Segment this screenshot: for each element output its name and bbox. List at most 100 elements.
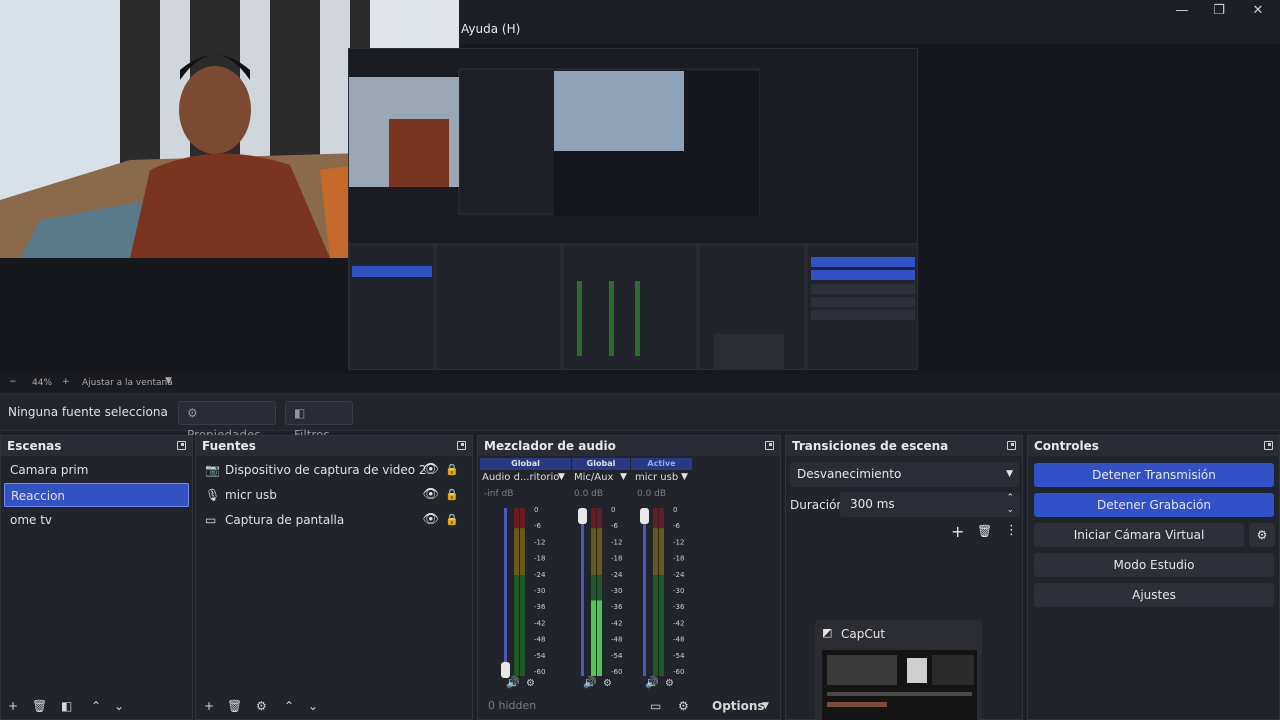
restore-button[interactable]: ❐ xyxy=(1204,2,1234,20)
scene-item[interactable]: ome tv xyxy=(4,508,189,532)
meter-scale-label: -12 xyxy=(673,538,684,546)
zoom-in-button[interactable]: + xyxy=(62,377,70,387)
lock-icon[interactable]: 🔒 xyxy=(445,483,459,507)
volume-meters[interactable]: 0-6-12-18-24-30-36-42-48-54-60🔊 ⚙0-6-12-1… xyxy=(478,502,780,692)
undock-icon[interactable] xyxy=(1007,441,1016,450)
stop-stream-button[interactable]: Detener Transmisión xyxy=(1034,463,1274,487)
fader-knob xyxy=(640,508,649,524)
source-item[interactable]: 📷 Dispositivo de captura de video 2 👁 🔒 xyxy=(199,458,469,482)
move-up-icon[interactable]: ⌃ xyxy=(284,699,294,713)
lock-icon[interactable]: 🔒 xyxy=(445,508,459,532)
duration-input[interactable]: 300 ms ⌃ ⌄ xyxy=(840,492,1020,517)
source-label: micr usb xyxy=(225,488,277,502)
filter-icon[interactable]: ◧ xyxy=(61,699,72,713)
channel-name[interactable]: Audio d...ritorio xyxy=(482,472,559,483)
meter-level xyxy=(591,600,596,676)
undock-icon[interactable] xyxy=(457,441,466,450)
add-icon[interactable]: + xyxy=(204,699,214,713)
undock-icon[interactable] xyxy=(765,441,774,450)
controls-title: Controles xyxy=(1028,436,1279,456)
chevron-down-icon[interactable]: ▼ xyxy=(165,376,172,386)
source-item[interactable]: ▭ Captura de pantalla 👁 🔒 xyxy=(199,508,469,532)
eye-icon[interactable]: 👁 xyxy=(422,458,439,482)
capcut-taskbar-preview[interactable]: ◩ CapCut xyxy=(815,620,982,720)
speaker-icon[interactable]: 🔊 xyxy=(645,675,659,689)
monitor-settings-icon[interactable]: ⚙ xyxy=(665,678,674,689)
close-button[interactable]: ✕ xyxy=(1243,2,1273,20)
gear-icon[interactable]: ⚙ xyxy=(1249,523,1275,547)
source-label: Dispositivo de captura de video 2 xyxy=(225,463,427,477)
meter-zone-yellow xyxy=(514,528,519,576)
studio-mode-button[interactable]: Modo Estudio xyxy=(1034,553,1274,577)
meter-zone-red xyxy=(659,508,664,529)
speaker-icon[interactable]: 🔊 xyxy=(506,675,520,689)
meter-scale-label: -24 xyxy=(673,571,685,579)
microphone-icon: 🎙 xyxy=(205,488,221,502)
fader-knob xyxy=(578,508,587,524)
fit-window-label[interactable]: Ajustar a la ventana xyxy=(82,378,173,388)
zoom-out-button[interactable]: − xyxy=(9,377,17,387)
meter-scale-label: -36 xyxy=(534,603,546,611)
trash-icon[interactable]: 🗑 xyxy=(227,699,242,713)
meter-zone-red xyxy=(597,508,602,529)
meter-scale-label: -42 xyxy=(611,619,622,627)
stop-record-button[interactable]: Detener Grabación xyxy=(1034,493,1274,517)
add-icon[interactable]: + xyxy=(951,522,964,541)
scene-item-selected[interactable]: Reaccion xyxy=(4,483,189,507)
properties-button[interactable]: ⚙ Propiedades xyxy=(178,401,276,442)
speaker-icon[interactable]: 🔊 xyxy=(583,675,597,689)
layout-icon[interactable]: ▭ xyxy=(650,699,661,713)
meter-scale-label: -48 xyxy=(673,636,684,644)
scene-item[interactable]: Camara prim xyxy=(4,458,189,482)
meter-zone-yellow xyxy=(653,528,658,576)
meter-zone-green xyxy=(514,575,519,676)
meter-scale-label: -6 xyxy=(534,522,542,530)
decrement-icon[interactable]: ⌄ xyxy=(1006,498,1014,523)
move-down-icon[interactable]: ⌄ xyxy=(114,699,124,713)
settings-button[interactable]: Ajustes xyxy=(1034,583,1274,607)
source-label: Captura de pantalla xyxy=(225,513,345,527)
chevron-down-icon[interactable]: ▼ xyxy=(681,472,688,482)
move-down-icon[interactable]: ⌄ xyxy=(308,699,318,713)
meter-zone-red xyxy=(520,508,525,529)
meter-scale-label: -42 xyxy=(534,619,545,627)
camera-icon: 📷 xyxy=(205,463,220,477)
menu-help[interactable]: Ayuda (H) xyxy=(461,22,520,36)
move-up-icon[interactable]: ⌃ xyxy=(91,699,101,713)
mixer-footer: 0 hidden ▭ ⚙ Options ▼ xyxy=(478,699,780,719)
meter-scale-label: -36 xyxy=(611,603,623,611)
meter-zone-green xyxy=(659,575,664,676)
monitor-settings-icon[interactable]: ⚙ xyxy=(603,678,612,689)
lock-icon[interactable]: 🔒 xyxy=(445,458,459,482)
gear-icon[interactable]: ⚙ xyxy=(256,699,267,713)
eye-icon[interactable]: 👁 xyxy=(422,508,439,532)
gear-icon[interactable]: ⚙ xyxy=(678,699,689,713)
filters-button[interactable]: ◧ Filtros xyxy=(285,401,353,442)
undock-icon[interactable] xyxy=(1264,441,1273,450)
channel-name[interactable]: micr usb xyxy=(635,472,678,483)
sources-dock: Fuentes 📷 Dispositivo de captura de vide… xyxy=(195,435,473,720)
trash-icon[interactable]: 🗑 xyxy=(977,524,992,538)
sources-footer: + 🗑 ⚙ ⌃ ⌄ xyxy=(196,699,472,719)
channel-name[interactable]: Mic/Aux xyxy=(574,472,613,483)
undock-icon[interactable] xyxy=(177,441,186,450)
virtual-camera-button[interactable]: Iniciar Cámara Virtual xyxy=(1034,523,1244,547)
monitor-icon: ▭ xyxy=(205,513,217,527)
add-icon[interactable]: + xyxy=(8,699,18,713)
capcut-thumbnail xyxy=(822,650,977,720)
source-item[interactable]: 🎙 micr usb 👁 🔒 xyxy=(199,483,469,507)
monitor-settings-icon[interactable]: ⚙ xyxy=(526,678,535,689)
chevron-down-icon[interactable]: ▼ xyxy=(558,472,565,482)
meter-scale-label: -60 xyxy=(534,668,545,676)
capcut-title: CapCut xyxy=(841,627,886,641)
minimize-button[interactable]: — xyxy=(1167,2,1197,20)
trash-icon[interactable]: 🗑 xyxy=(32,699,47,713)
meter-zone-yellow xyxy=(597,528,602,576)
chevron-down-icon[interactable]: ▼ xyxy=(620,472,627,482)
preview-canvas[interactable] xyxy=(0,0,1280,374)
more-icon[interactable]: ⋮ xyxy=(1005,523,1018,538)
eye-icon[interactable]: 👁 xyxy=(422,483,439,507)
options-button[interactable]: Options xyxy=(712,699,765,713)
transition-select[interactable]: Desvanecimiento ▼ xyxy=(790,462,1019,487)
chevron-down-icon[interactable]: ▼ xyxy=(762,701,769,711)
